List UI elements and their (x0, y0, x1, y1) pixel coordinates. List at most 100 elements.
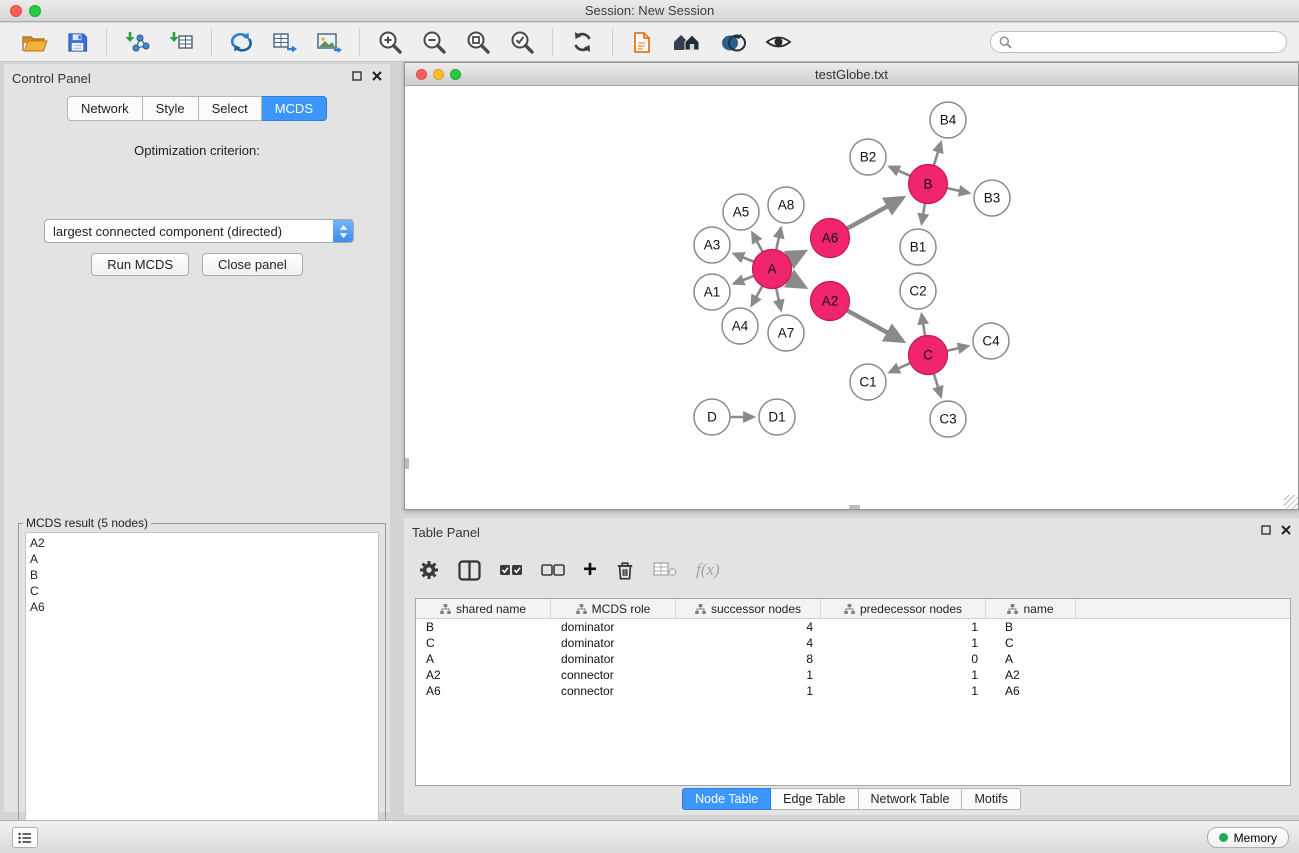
zoom-selected-button[interactable] (505, 27, 539, 57)
tab-node-table[interactable]: Node Table (682, 788, 771, 810)
graph-edge-C-C3[interactable] (934, 374, 941, 397)
show-columns-button[interactable] (458, 560, 481, 581)
table-row[interactable]: Cdominator41C (416, 635, 1290, 651)
graph-edge-A-A2[interactable] (789, 278, 804, 286)
graph-node-D[interactable]: D (694, 399, 730, 435)
result-list-item[interactable]: A2 (30, 535, 374, 551)
graph-edge-A-A6[interactable] (789, 252, 804, 260)
graph-edge-A-A5[interactable] (752, 233, 762, 252)
import-network-button[interactable] (120, 28, 154, 56)
float-panel-icon[interactable] (352, 71, 362, 81)
refresh-button[interactable] (566, 28, 599, 56)
resize-handle-bottom[interactable] (849, 505, 860, 509)
graph-node-C2[interactable]: C2 (900, 273, 936, 309)
graph-edge-C-C1[interactable] (890, 363, 911, 372)
resize-handle-left[interactable] (405, 458, 409, 469)
graph-edge-A-A3[interactable] (734, 254, 754, 262)
column-header-shared-name[interactable]: shared name (416, 599, 551, 618)
export-image-button[interactable] (312, 28, 346, 56)
result-list-item[interactable]: B (30, 567, 374, 583)
network-canvas[interactable]: B4B2BB3A5A8A6B1A3AC2A1A2A4A7C4CC1C3DD1 (405, 86, 1298, 509)
zoom-window-button[interactable] (29, 5, 41, 17)
export-table-button[interactable] (268, 28, 302, 56)
graph-node-B4[interactable]: B4 (930, 102, 966, 138)
graph-node-A1[interactable]: A1 (694, 274, 730, 310)
graph-node-A2[interactable]: A2 (811, 282, 850, 321)
graph-node-A5[interactable]: A5 (723, 194, 759, 230)
delete-table-button[interactable] (653, 561, 678, 579)
zoom-out-button[interactable] (417, 27, 451, 57)
graph-edge-C-C2[interactable] (922, 314, 925, 335)
add-column-button[interactable]: + (583, 560, 597, 580)
column-header-MCDS-role[interactable]: MCDS role (551, 599, 676, 618)
optimization-dropdown[interactable]: largest connected component (directed) (44, 219, 354, 243)
close-window-button[interactable] (10, 5, 22, 17)
status-menu-button[interactable] (12, 827, 38, 848)
network-window-titlebar[interactable]: testGlobe.txt (405, 63, 1298, 86)
mcds-result-list[interactable]: A2ABCA6 (25, 532, 379, 850)
close-panel-button[interactable]: Close panel (202, 253, 303, 276)
result-list-item[interactable]: A (30, 551, 374, 567)
column-header-successor-nodes[interactable]: successor nodes (676, 599, 821, 618)
table-settings-button[interactable] (418, 559, 440, 581)
graph-edge-B-B3[interactable] (947, 188, 969, 193)
graph-edge-A-A7[interactable] (776, 288, 781, 310)
graph-node-B3[interactable]: B3 (974, 180, 1010, 216)
graph-edge-A-A8[interactable] (776, 228, 781, 250)
table-row[interactable]: A2connector11A2 (416, 667, 1290, 683)
tab-network-table[interactable]: Network Table (859, 788, 963, 810)
graph-edge-A6-B[interactable] (847, 198, 902, 228)
delete-column-button[interactable] (615, 559, 635, 582)
tab-mcds[interactable]: MCDS (262, 96, 327, 121)
tab-motifs[interactable]: Motifs (962, 788, 1020, 810)
save-session-button[interactable] (62, 29, 93, 56)
close-panel-icon[interactable] (372, 71, 382, 81)
resize-gripper[interactable] (1284, 495, 1298, 509)
column-header-predecessor-nodes[interactable]: predecessor nodes (821, 599, 986, 618)
graph-node-A3[interactable]: A3 (694, 227, 730, 263)
import-table-button[interactable] (164, 28, 198, 56)
graph-node-A7[interactable]: A7 (768, 315, 804, 351)
zoom-fit-button[interactable] (461, 27, 495, 57)
function-builder-button[interactable]: f(x) (696, 560, 720, 580)
run-mcds-button[interactable]: Run MCDS (91, 253, 189, 276)
table-row[interactable]: Adominator80A (416, 651, 1290, 667)
graph-node-C[interactable]: C (909, 336, 948, 375)
graph-edge-A-A1[interactable] (734, 276, 754, 284)
graph-node-B[interactable]: B (909, 165, 948, 204)
style-button[interactable] (716, 29, 751, 56)
zoom-in-button[interactable] (373, 27, 407, 57)
home-button[interactable] (668, 28, 706, 56)
tab-style[interactable]: Style (143, 96, 199, 121)
graph-edge-C-C4[interactable] (947, 346, 968, 351)
export-network-button[interactable] (225, 28, 258, 56)
table-row[interactable]: A6connector11A6 (416, 683, 1290, 699)
graph-node-A4[interactable]: A4 (722, 308, 758, 344)
result-list-item[interactable]: C (30, 583, 374, 599)
graph-node-C3[interactable]: C3 (930, 401, 966, 437)
search-input[interactable] (1017, 35, 1278, 49)
open-session-button[interactable] (17, 29, 52, 56)
graph-node-D1[interactable]: D1 (759, 399, 795, 435)
copy-document-button[interactable] (626, 28, 658, 57)
network-close-button[interactable] (416, 69, 427, 80)
result-list-item[interactable]: A6 (30, 599, 374, 615)
column-header-name[interactable]: name (986, 599, 1076, 618)
graph-node-C1[interactable]: C1 (850, 364, 886, 400)
node-table[interactable]: shared nameMCDS rolesuccessor nodesprede… (415, 598, 1291, 786)
tab-edge-table[interactable]: Edge Table (771, 788, 858, 810)
search-field[interactable] (990, 31, 1287, 53)
graph-node-B2[interactable]: B2 (850, 139, 886, 175)
table-row[interactable]: Bdominator41B (416, 619, 1290, 635)
graph-edge-B-B2[interactable] (890, 167, 911, 176)
deselect-all-button[interactable] (541, 563, 565, 577)
graph-node-A[interactable]: A (753, 250, 792, 289)
float-table-panel-icon[interactable] (1261, 525, 1271, 535)
graph-node-A8[interactable]: A8 (768, 187, 804, 223)
graph-node-B1[interactable]: B1 (900, 229, 936, 265)
show-hide-button[interactable] (761, 29, 796, 55)
tab-select[interactable]: Select (199, 96, 262, 121)
memory-button[interactable]: Memory (1207, 827, 1289, 848)
network-minimize-button[interactable] (433, 69, 444, 80)
graph-edge-B-B4[interactable] (934, 143, 941, 166)
